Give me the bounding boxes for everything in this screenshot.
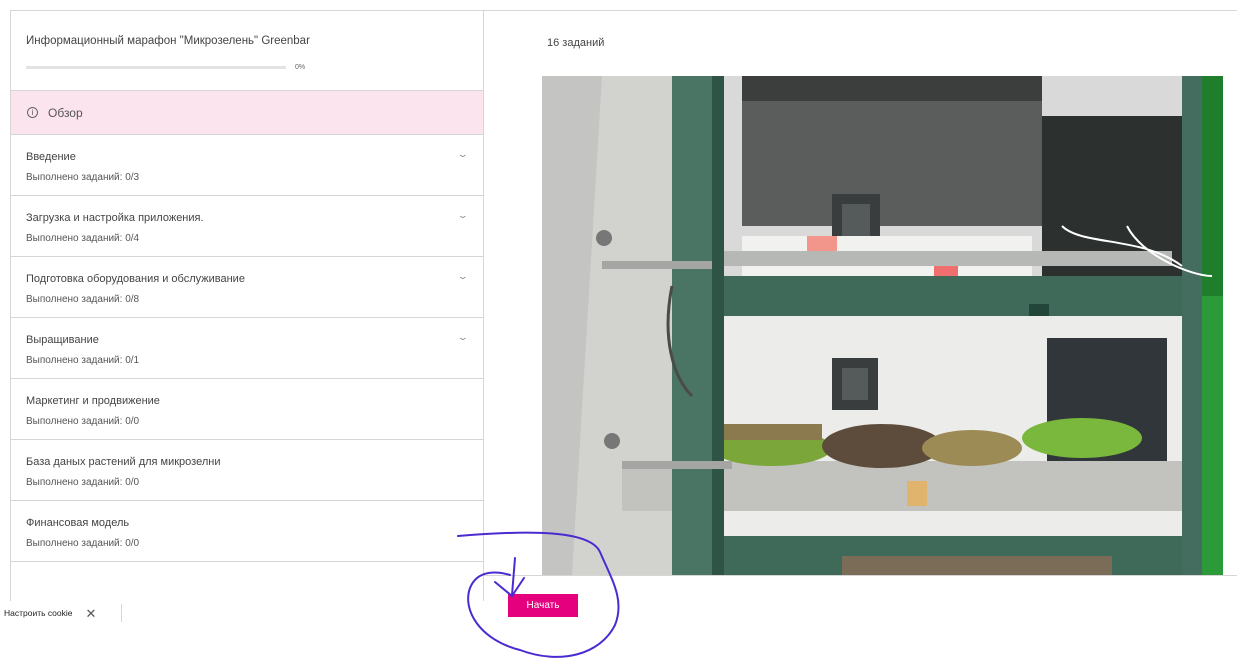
section-app-setup[interactable]: Загрузка и настройка приложения. Выполне…	[11, 196, 483, 257]
cookie-divider	[121, 604, 122, 622]
overview-item[interactable]: i Обзор	[11, 91, 483, 135]
section-title: Подготовка оборудования и обслуживание	[26, 273, 245, 285]
section-progress: Выполнено заданий: 0/0	[26, 477, 140, 488]
section-title: База даных растений для микрозелни	[26, 456, 221, 468]
chevron-down-icon[interactable]: ⌄	[457, 271, 469, 282]
course-cover-image	[542, 76, 1223, 575]
progress-label: 0%	[295, 64, 306, 71]
section-equipment[interactable]: Подготовка оборудования и обслуживание В…	[11, 257, 483, 318]
section-financial-model[interactable]: Финансовая модель Выполнено заданий: 0/0	[11, 501, 483, 562]
section-intro[interactable]: Введение Выполнено заданий: 0/3 ⌄	[11, 135, 483, 196]
section-progress: Выполнено заданий: 0/0	[26, 538, 140, 549]
section-plant-database[interactable]: База даных растений для микрозелни Выпол…	[11, 440, 483, 501]
content-divider	[484, 575, 1237, 576]
cookie-settings-bar: Настроить cookie ✕	[0, 600, 122, 626]
info-icon: i	[27, 107, 38, 118]
start-button[interactable]: Начать	[508, 594, 578, 617]
section-progress: Выполнено заданий: 0/3	[26, 172, 140, 183]
section-growing[interactable]: Выращивание Выполнено заданий: 0/1 ⌄	[11, 318, 483, 379]
course-sidebar: Информационный марафон "Микрозелень" Gre…	[10, 11, 484, 601]
section-title: Введение	[26, 151, 76, 163]
section-progress: Выполнено заданий: 0/1	[26, 355, 140, 366]
section-title: Выращивание	[26, 334, 99, 346]
cookie-settings-link[interactable]: Настроить cookie	[4, 608, 72, 618]
section-progress: Выполнено заданий: 0/0	[26, 416, 140, 427]
section-progress: Выполнено заданий: 0/8	[26, 294, 140, 305]
section-title: Загрузка и настройка приложения.	[26, 212, 204, 224]
section-title: Финансовая модель	[26, 517, 130, 529]
progress-bar	[26, 66, 286, 69]
chevron-down-icon[interactable]: ⌄	[457, 210, 469, 221]
section-title: Маркетинг и продвижение	[26, 395, 160, 407]
task-count: 16 заданий	[547, 37, 605, 49]
course-title: Информационный марафон "Микрозелень" Gre…	[26, 35, 310, 47]
chevron-down-icon[interactable]: ⌄	[457, 332, 469, 343]
close-icon[interactable]: ✕	[85, 607, 96, 620]
overview-label: Обзор	[48, 105, 83, 120]
course-header: Информационный марафон "Микрозелень" Gre…	[11, 11, 483, 91]
chevron-down-icon[interactable]: ⌄	[457, 149, 469, 160]
section-marketing[interactable]: Маркетинг и продвижение Выполнено задани…	[11, 379, 483, 440]
section-progress: Выполнено заданий: 0/4	[26, 233, 140, 244]
course-progress: 0%	[26, 64, 468, 71]
